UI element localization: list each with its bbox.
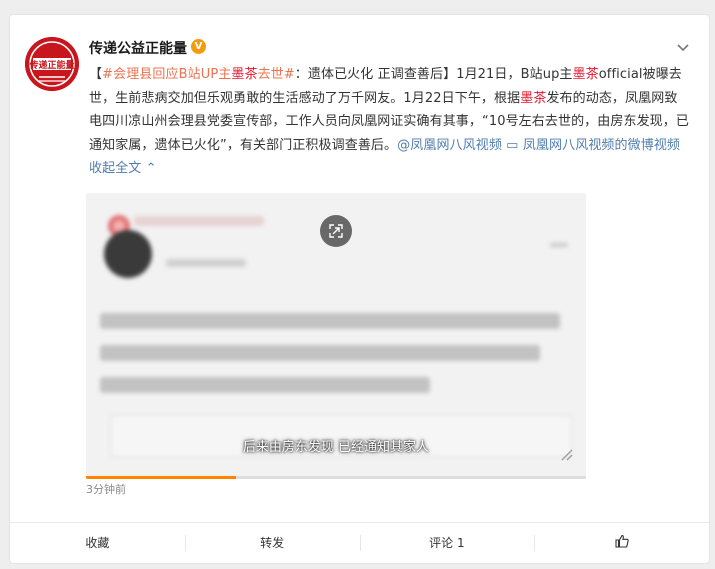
video-subtitle: 后来由房东发现 已经通知其家人 <box>242 440 430 455</box>
post-timestamp[interactable]: 3分钟前 <box>86 481 126 497</box>
post-menu-chevron-icon[interactable] <box>675 39 691 55</box>
author-name[interactable]: 传递公益正能量 <box>89 38 187 58</box>
fullscreen-icon[interactable] <box>560 447 574 461</box>
post-text-segment: 【 <box>89 67 103 82</box>
post-text-segment: ：遗体已火化 正调查善后】1月21日，B站up主 <box>294 67 573 82</box>
highlighted-keyword[interactable]: 墨茶 <box>520 91 546 106</box>
repost-label: 转发 <box>260 536 285 550</box>
blurred-line <box>100 313 560 329</box>
post-text: 【#会理县回应B站UP主墨茶去世#：遗体已火化 正调查善后】1月21日，B站up… <box>89 63 689 181</box>
post-link[interactable]: ⌃ <box>141 161 157 176</box>
topic-tag[interactable]: 去世# <box>258 67 295 82</box>
post-link[interactable]: @凤凰网八风视频 <box>397 138 502 153</box>
video-progress-bar[interactable] <box>86 476 586 479</box>
comment-button[interactable]: 评论 1 <box>359 523 535 563</box>
post-link[interactable]: 凤凰网八风视频的微博视频 <box>523 138 680 153</box>
like-button[interactable] <box>534 523 709 563</box>
blurred-date <box>166 259 246 267</box>
weibo-post-card: 传递正能量 传递公益正能量 V 【#会理县回应B站UP主墨茶去世#：遗体已火化 … <box>9 14 710 564</box>
blurred-line <box>100 345 540 361</box>
action-bar: 收藏 转发 评论 1 <box>10 522 709 563</box>
favorite-label: 收藏 <box>85 536 110 550</box>
video-player[interactable]: 后来由房东发现 已经通知其家人 <box>86 193 586 479</box>
author-avatar[interactable]: 传递正能量 <box>25 37 79 91</box>
blurred-avatar <box>104 230 152 278</box>
verified-badge-icon: V <box>191 39 206 54</box>
repost-button[interactable]: 转发 <box>184 523 360 563</box>
thumbs-up-icon <box>615 524 629 564</box>
post-link[interactable]: ▭ <box>502 138 523 153</box>
highlighted-keyword[interactable]: 墨茶 <box>573 67 599 82</box>
comment-label: 评论 1 <box>429 536 465 550</box>
highlighted-keyword[interactable]: 墨茶 <box>231 67 257 82</box>
blurred-line <box>100 377 430 393</box>
topic-tag[interactable]: #会理县回应B站UP主 <box>102 67 231 82</box>
expand-video-icon <box>329 224 343 238</box>
favorite-button[interactable]: 收藏 <box>10 523 185 563</box>
post-link[interactable]: 收起全文 <box>89 161 141 176</box>
blurred-name <box>134 216 264 226</box>
avatar-logo-text: 传递正能量 <box>28 59 74 71</box>
video-open-button[interactable] <box>320 215 352 247</box>
video-progress-fill <box>86 476 236 479</box>
blurred-dots <box>550 243 568 247</box>
